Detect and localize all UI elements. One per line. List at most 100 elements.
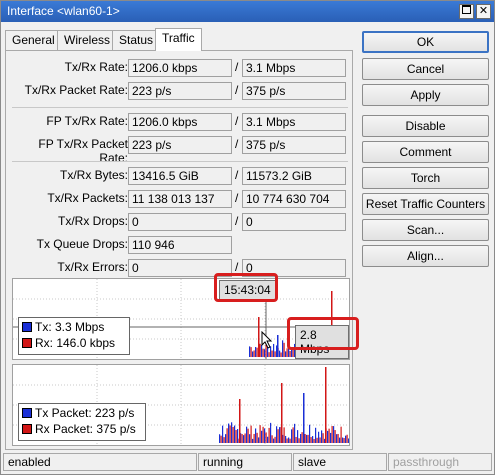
activity-bar xyxy=(322,433,324,443)
activity-spike xyxy=(281,383,283,443)
activity-bar xyxy=(280,352,282,357)
activity-bar xyxy=(250,347,252,357)
separator-slash: / xyxy=(235,114,239,128)
activity-bar xyxy=(235,430,237,443)
traffic-legend: Tx: 3.3 Mbps Rx: 146.0 kbps xyxy=(18,317,130,355)
activity-bar xyxy=(289,351,291,357)
ok-button[interactable]: OK xyxy=(362,31,489,53)
close-button[interactable]: ✕ xyxy=(476,4,491,19)
txrx-rate-label: Tx/Rx Rate: xyxy=(64,60,128,74)
rx-drops-field[interactable]: 0 xyxy=(242,213,346,231)
activity-bar xyxy=(234,425,236,443)
activity-bar xyxy=(222,425,224,443)
scan-button[interactable]: Scan... xyxy=(362,219,489,241)
separator-slash: / xyxy=(235,260,239,274)
traffic-graph[interactable]: Tx: 3.3 Mbps Rx: 146.0 kbps 15:43:04 2.8… xyxy=(12,273,359,360)
mouse-cursor-icon xyxy=(261,331,273,349)
activity-bar xyxy=(285,435,287,443)
activity-bar xyxy=(294,423,296,443)
tx-color-swatch xyxy=(22,408,32,418)
fp-tx-rate-field[interactable]: 1206.0 kbps xyxy=(128,113,232,131)
activity-bar xyxy=(268,427,270,443)
status-passthrough: passthrough xyxy=(388,453,492,471)
packet-graph[interactable]: Tx Packet: 223 p/s Rx Packet: 375 p/s xyxy=(12,364,350,446)
tx-packet-rate-field[interactable]: 223 p/s xyxy=(128,82,232,100)
title-bar[interactable]: Interface <wlan60-1> ✕ xyxy=(1,1,494,22)
activity-bar xyxy=(256,347,258,357)
activity-bar xyxy=(265,432,267,443)
fp-rx-packet-rate-field[interactable]: 375 p/s xyxy=(242,136,346,154)
txrx-packets-label: Tx/Rx Packets: xyxy=(47,191,128,205)
tab-traffic[interactable]: Traffic xyxy=(155,28,202,51)
activity-bar xyxy=(340,426,342,443)
activity-bar xyxy=(255,428,257,443)
activity-bar xyxy=(300,433,302,443)
activity-bar xyxy=(249,434,251,443)
separator-slash: / xyxy=(235,214,239,228)
tx-queue-drops-field[interactable]: 110 946 xyxy=(128,236,232,254)
activity-bar xyxy=(309,424,311,443)
tx-packets-field[interactable]: 11 138 013 137 xyxy=(128,190,232,208)
torch-button[interactable]: Torch xyxy=(362,167,489,189)
activity-bar xyxy=(276,426,278,443)
activity-bar xyxy=(223,437,225,443)
activity-bar xyxy=(250,425,252,443)
legend-tx: Tx: 3.3 Mbps xyxy=(22,320,126,336)
activity-bar xyxy=(310,437,312,443)
window-title: Interface <wlan60-1> xyxy=(7,4,120,18)
tab-general[interactable]: General xyxy=(5,30,62,50)
activity-bar xyxy=(243,435,245,443)
fp-rx-rate-field[interactable]: 3.1 Mbps xyxy=(242,113,346,131)
rx-bytes-field[interactable]: 11573.2 GiB xyxy=(242,167,346,185)
tx-bytes-field[interactable]: 13416.5 GiB xyxy=(128,167,232,185)
tab-wireless[interactable]: Wireless xyxy=(57,30,118,50)
activity-bar xyxy=(253,350,255,357)
activity-bar xyxy=(307,434,309,443)
tab-status[interactable]: Status xyxy=(112,30,161,50)
activity-bar xyxy=(318,431,320,443)
align-button[interactable]: Align... xyxy=(362,245,489,267)
activity-bar xyxy=(247,428,249,443)
activity-bar xyxy=(297,430,299,443)
rx-rate-field[interactable]: 3.1 Mbps xyxy=(242,59,346,77)
cancel-button[interactable]: Cancel xyxy=(362,58,489,80)
activity-bar xyxy=(264,349,266,357)
tab-label: Wireless xyxy=(64,33,111,47)
maximize-button[interactable] xyxy=(459,4,474,19)
rx-color-swatch xyxy=(22,424,32,434)
legend-tx-label: Tx: 3.3 Mbps xyxy=(35,320,105,334)
rx-color-swatch xyxy=(22,338,32,348)
activity-bar xyxy=(267,436,269,443)
activity-bar xyxy=(327,430,329,443)
reset-traffic-counters-button[interactable]: Reset Traffic Counters xyxy=(362,193,489,215)
activity-bar xyxy=(286,438,288,443)
activity-bar xyxy=(342,437,344,443)
disable-button[interactable]: Disable xyxy=(362,115,489,137)
rx-packet-rate-field[interactable]: 375 p/s xyxy=(242,82,346,100)
activity-bar xyxy=(274,436,276,443)
traffic-panel: Tx/Rx Rate: 1206.0 kbps / 3.1 Mbps Tx/Rx… xyxy=(5,50,359,450)
activity-bar xyxy=(298,438,300,443)
comment-button[interactable]: Comment xyxy=(362,141,489,163)
activity-bar xyxy=(330,432,332,443)
txrx-bytes-label: Tx/Rx Bytes: xyxy=(59,168,128,182)
fp-tx-packet-rate-field[interactable]: 223 p/s xyxy=(128,136,232,154)
activity-bar xyxy=(258,437,260,443)
tx-rate-field[interactable]: 1206.0 kbps xyxy=(128,59,232,77)
activity-bar xyxy=(328,428,330,443)
activity-bar xyxy=(336,434,338,443)
activity-bar xyxy=(315,427,317,443)
apply-button[interactable]: Apply xyxy=(362,84,489,106)
activity-bar xyxy=(334,430,336,443)
tab-label: General xyxy=(12,33,55,47)
activity-bar xyxy=(256,432,258,443)
tx-drops-field[interactable]: 0 xyxy=(128,213,232,231)
activity-bar xyxy=(271,350,273,357)
activity-bar xyxy=(249,346,251,357)
txrx-drops-label: Tx/Rx Drops: xyxy=(57,214,128,228)
divider xyxy=(12,161,348,162)
legend-tx-packet: Tx Packet: 223 p/s xyxy=(22,406,142,422)
activity-bar xyxy=(220,435,222,443)
activity-bar xyxy=(262,426,264,443)
rx-packets-field[interactable]: 10 774 630 704 xyxy=(242,190,346,208)
